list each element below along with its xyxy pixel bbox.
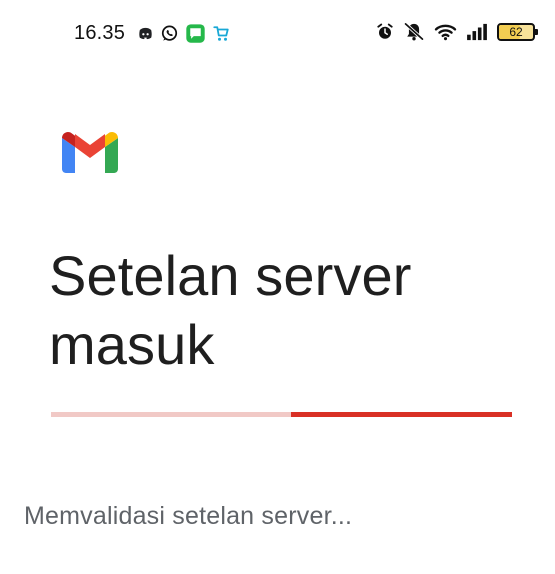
server-validation-status: Memvalidasi setelan server... <box>24 502 353 530</box>
gmail-icon <box>62 131 118 173</box>
notification-icons <box>137 23 230 44</box>
signal-icon <box>466 23 488 41</box>
battery-icon: 62 <box>497 22 538 41</box>
battery-indicator: 62 <box>497 22 538 41</box>
battery-percentage: 62 <box>509 24 523 39</box>
status-bar: 16.35 62 <box>0 0 555 66</box>
page-title: Setelan server masuk <box>49 244 412 376</box>
status-time: 16.35 <box>74 22 126 44</box>
messages-icon <box>185 23 206 44</box>
silent-mode-icon <box>403 22 425 41</box>
alarm-icon <box>376 23 394 41</box>
discord-icon <box>137 25 154 42</box>
whatsapp-icon <box>160 24 179 43</box>
progress-bar <box>51 412 512 417</box>
wifi-icon <box>434 22 457 41</box>
progress-indicator <box>290 412 512 417</box>
system-icons: 62 <box>376 22 538 41</box>
shopping-cart-icon <box>212 25 230 43</box>
